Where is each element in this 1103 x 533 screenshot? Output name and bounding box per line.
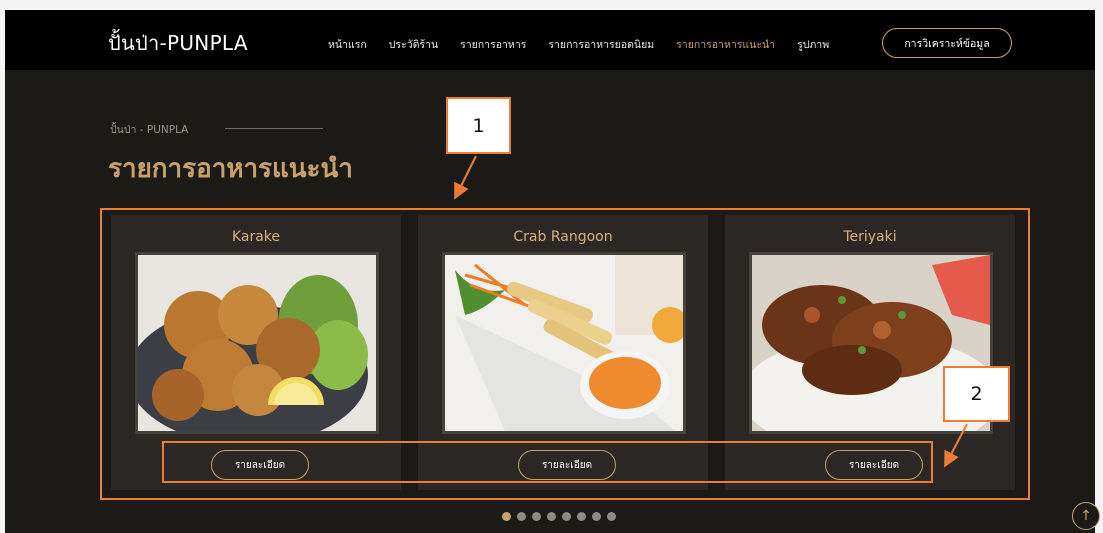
annotation-arrow-1: [454, 155, 477, 200]
annotation-arrow-2: [944, 423, 968, 468]
arrow-up-icon: ↑: [1080, 508, 1092, 524]
annotation-arrows: [454, 155, 968, 468]
back-to-top-button[interactable]: ↑: [1072, 502, 1100, 530]
